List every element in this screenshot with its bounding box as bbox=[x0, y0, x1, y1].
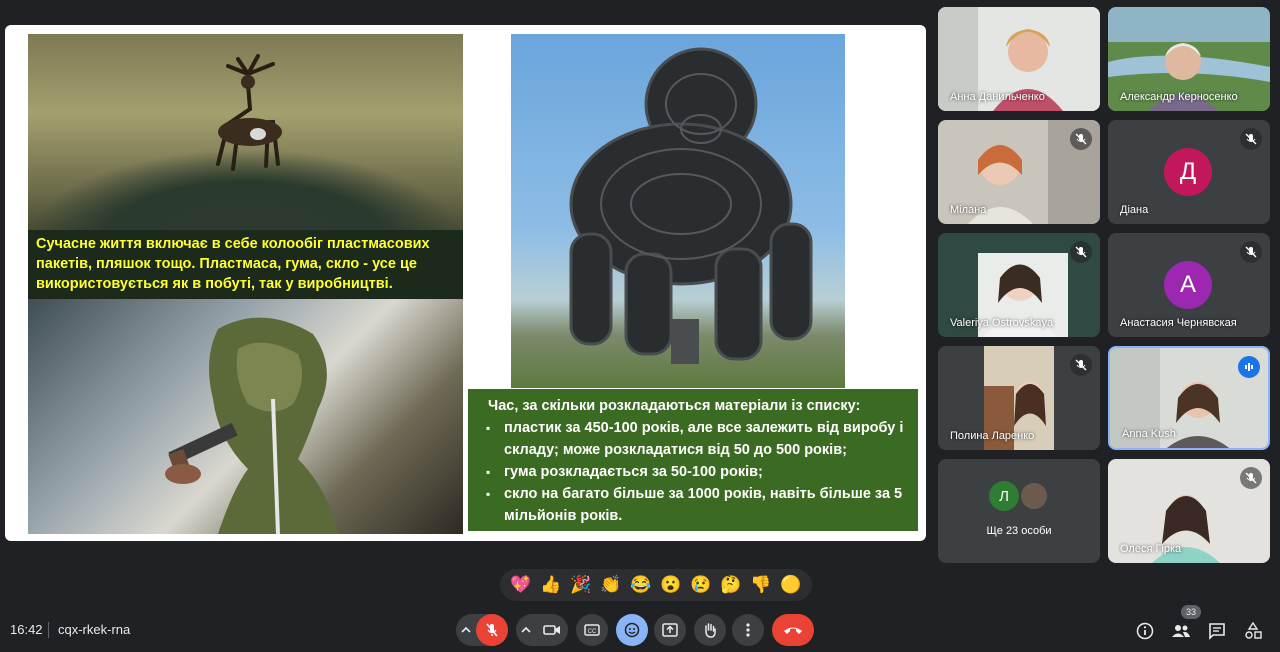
mic-button-group bbox=[456, 614, 508, 646]
smiley-icon bbox=[624, 622, 640, 638]
avatar: Л bbox=[989, 481, 1019, 511]
reaction-skin-tone[interactable]: 🟡 bbox=[780, 575, 801, 595]
mic-off-icon bbox=[1240, 241, 1262, 263]
participant-name: Полина Ларенко bbox=[950, 430, 1035, 442]
reaction-thumbs-down[interactable]: 👎 bbox=[750, 575, 771, 595]
divider bbox=[48, 622, 49, 638]
meeting-details-button[interactable] bbox=[1133, 619, 1157, 643]
participant-tile[interactable]: Анна Данильченко bbox=[938, 7, 1100, 111]
mic-off-icon bbox=[1070, 128, 1092, 150]
more-options-button[interactable] bbox=[732, 614, 764, 646]
participant-tile[interactable]: А Анастасия Чернявская bbox=[1108, 233, 1270, 337]
list-item: пластик за 450-100 років, але все залежи… bbox=[482, 417, 908, 461]
camera-button-group bbox=[516, 614, 568, 646]
participant-tile[interactable]: Александр Керносенко bbox=[1108, 7, 1270, 111]
people-icon bbox=[1172, 625, 1190, 637]
mic-off-icon bbox=[1240, 128, 1262, 150]
chevron-up-icon bbox=[461, 626, 471, 633]
info-icon bbox=[1136, 622, 1154, 640]
reaction-sad[interactable]: 😢 bbox=[690, 575, 711, 595]
captions-button[interactable]: CC bbox=[576, 614, 608, 646]
captions-icon: CC bbox=[584, 624, 600, 636]
clock: 16:42 bbox=[10, 622, 43, 637]
avatar bbox=[1019, 481, 1049, 511]
reaction-laugh[interactable]: 😂 bbox=[630, 575, 651, 595]
decomposition-list: пластик за 450-100 років, але все залежи… bbox=[482, 417, 908, 527]
participant-tile[interactable]: Олеся Гірка bbox=[1108, 459, 1270, 563]
participant-tile[interactable]: Мілана bbox=[938, 120, 1100, 224]
people-button[interactable] bbox=[1169, 619, 1193, 643]
participant-tile-speaking[interactable]: Anna Kush bbox=[1108, 346, 1270, 450]
mic-off-icon bbox=[486, 623, 498, 637]
reactions-bar: 💖 👍 🎉 👏 😂 😮 😢 🤔 👎 🟡 bbox=[500, 569, 812, 601]
decomposition-text-box: Час, за скільки розкладаються матеріали … bbox=[468, 389, 918, 531]
more-vert-icon bbox=[746, 623, 750, 637]
participant-name: Діана bbox=[1120, 204, 1149, 216]
raise-hand-button[interactable] bbox=[694, 614, 726, 646]
reaction-party[interactable]: 🎉 bbox=[570, 575, 591, 595]
hand-icon bbox=[705, 623, 716, 638]
mic-off-icon bbox=[1070, 354, 1092, 376]
mic-off-button[interactable] bbox=[476, 614, 508, 646]
present-screen-icon bbox=[662, 623, 678, 637]
participant-tile[interactable]: Д Діана bbox=[1108, 120, 1270, 224]
camera-icon bbox=[543, 625, 560, 635]
list-item: гума розкладається за 50-100 років; bbox=[482, 461, 908, 483]
avatar: А bbox=[1164, 261, 1212, 309]
more-participants-label: Ще 23 особи bbox=[986, 525, 1052, 537]
activities-icon bbox=[1245, 622, 1262, 639]
reaction-thinking[interactable]: 🤔 bbox=[720, 575, 741, 595]
avatar: Д bbox=[1164, 148, 1212, 196]
svg-text:CC: CC bbox=[588, 629, 597, 635]
mic-options-button[interactable] bbox=[456, 626, 476, 634]
camera-options-button[interactable] bbox=[516, 626, 536, 634]
presentation-slide: Сучасне життя включає в себе колообіг пл… bbox=[5, 25, 926, 541]
camera-button[interactable] bbox=[536, 614, 568, 646]
reaction-clap[interactable]: 👏 bbox=[600, 575, 621, 595]
chat-button[interactable] bbox=[1205, 619, 1229, 643]
participant-name: Александр Керносенко bbox=[1120, 91, 1238, 103]
list-item: скло на багато більше за 1000 років, нав… bbox=[482, 483, 908, 527]
emoji-reactions-button[interactable] bbox=[616, 614, 648, 646]
chat-icon bbox=[1209, 623, 1225, 640]
leave-call-button[interactable] bbox=[772, 614, 814, 646]
tire-gorilla-image bbox=[511, 34, 845, 388]
participant-name: Анастасия Чернявская bbox=[1120, 317, 1237, 329]
mic-off-icon bbox=[1240, 467, 1262, 489]
end-call-icon bbox=[784, 627, 802, 634]
participant-tile[interactable]: Полина Ларенко bbox=[938, 346, 1100, 450]
chevron-up-icon bbox=[521, 626, 531, 633]
meet-window: Сучасне життя включає в себе колообіг пл… bbox=[0, 0, 1280, 652]
participant-name: Мілана bbox=[950, 204, 987, 216]
participant-count-badge: 33 bbox=[1181, 605, 1201, 619]
reaction-surprised[interactable]: 😮 bbox=[660, 575, 681, 595]
polluted-face-image bbox=[28, 299, 463, 534]
speaking-indicator-icon bbox=[1238, 356, 1260, 378]
participant-name: Anna Kush bbox=[1122, 428, 1176, 440]
activities-button[interactable] bbox=[1241, 619, 1265, 643]
participant-name: Анна Данильченко bbox=[950, 91, 1045, 103]
present-button[interactable] bbox=[654, 614, 686, 646]
mic-off-icon bbox=[1070, 241, 1092, 263]
reaction-thumbs-up[interactable]: 👍 bbox=[540, 575, 561, 595]
meeting-code: cqx-rkek-rna bbox=[58, 622, 131, 637]
more-participants-tile[interactable]: Л Ще 23 особи bbox=[938, 459, 1100, 563]
participant-tile[interactable]: Valeriya Ostrovskaya bbox=[938, 233, 1100, 337]
slide-caption-top: Сучасне життя включає в себе колообіг пл… bbox=[28, 230, 463, 298]
text-box-lead: Час, за скільки розкладаються матеріали … bbox=[488, 398, 861, 414]
reaction-heart[interactable]: 💖 bbox=[510, 575, 531, 595]
participant-name: Valeriya Ostrovskaya bbox=[950, 317, 1054, 329]
participant-name: Олеся Гірка bbox=[1120, 543, 1182, 555]
